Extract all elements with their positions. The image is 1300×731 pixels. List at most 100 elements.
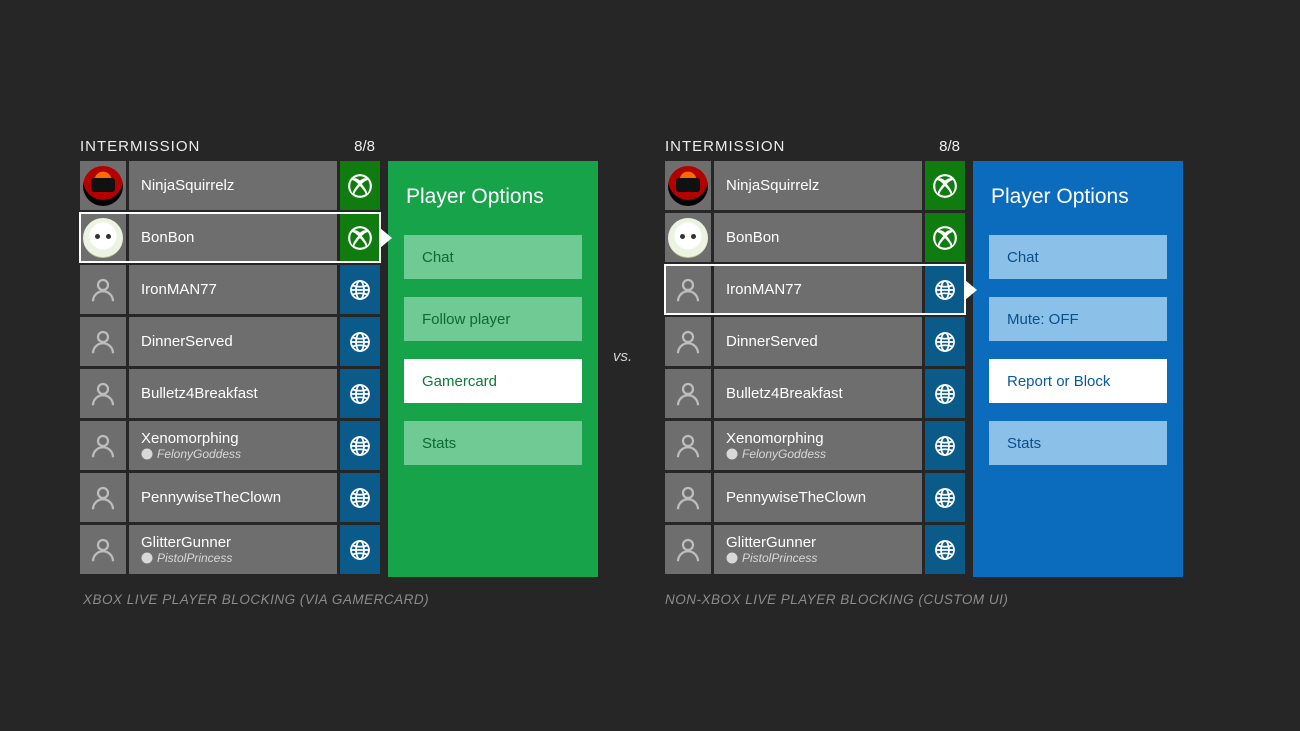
caption-right: NON-XBOX LIVE PLAYER BLOCKING (CUSTOM UI… <box>665 592 1008 607</box>
player-row[interactable]: Bulletz4Breakfast <box>665 369 965 418</box>
globe-network-icon <box>340 265 380 314</box>
caption-left: XBOX LIVE PLAYER BLOCKING (VIA GAMERCARD… <box>83 592 429 607</box>
player-count: 8/8 <box>939 138 960 155</box>
xbox-network-icon <box>925 213 965 262</box>
player-name: IronMAN77 <box>141 281 325 298</box>
player-avatar <box>80 525 126 574</box>
globe-network-icon <box>340 473 380 522</box>
globe-network-icon <box>340 525 380 574</box>
player-list: NinjaSquirrelz BonBon IronMAN77 DinnerServe… <box>665 161 965 577</box>
player-name-cell: GlitterGunnerPistolPrincess <box>714 525 922 574</box>
option-button[interactable]: Stats <box>989 421 1167 465</box>
panel-xbox-live: INTERMISSION 8/8 NinjaSquirrelz BonBon Iro… <box>80 138 600 577</box>
player-avatar <box>665 213 711 262</box>
player-count: 8/8 <box>354 138 375 155</box>
player-row[interactable]: IronMAN77 <box>665 265 965 314</box>
options-title: Player Options <box>406 185 580 209</box>
globe-network-icon <box>340 369 380 418</box>
player-avatar <box>80 317 126 366</box>
player-name: BonBon <box>141 229 325 246</box>
player-name: DinnerServed <box>726 333 910 350</box>
player-row[interactable]: PennywiseTheClown <box>665 473 965 522</box>
player-avatar <box>665 265 711 314</box>
xbox-mini-icon <box>726 448 738 460</box>
player-avatar <box>80 265 126 314</box>
option-button[interactable]: Report or Block <box>989 359 1167 403</box>
header-title: INTERMISSION <box>665 138 785 155</box>
xbox-mini-icon <box>141 552 153 564</box>
options-title: Player Options <box>991 185 1165 209</box>
player-name-cell: Bulletz4Breakfast <box>714 369 922 418</box>
player-row[interactable]: XenomorphingFelonyGoddess <box>665 421 965 470</box>
player-avatar <box>665 473 711 522</box>
xbox-network-icon <box>340 161 380 210</box>
player-name-cell: Bulletz4Breakfast <box>129 369 337 418</box>
player-row[interactable]: DinnerServed <box>80 317 380 366</box>
xbox-network-icon <box>925 161 965 210</box>
player-name-cell: GlitterGunnerPistolPrincess <box>129 525 337 574</box>
player-avatar <box>665 317 711 366</box>
option-button[interactable]: Chat <box>989 235 1167 279</box>
player-name: DinnerServed <box>141 333 325 350</box>
player-name: Bulletz4Breakfast <box>141 385 325 402</box>
globe-network-icon <box>925 421 965 470</box>
player-row[interactable]: BonBon <box>80 213 380 262</box>
player-name: Bulletz4Breakfast <box>726 385 910 402</box>
player-avatar <box>80 161 126 210</box>
avatar-image <box>83 166 123 206</box>
player-row[interactable]: Bulletz4Breakfast <box>80 369 380 418</box>
player-list: NinjaSquirrelz BonBon IronMAN77 DinnerServe… <box>80 161 380 577</box>
xbox-mini-icon <box>141 448 153 460</box>
globe-network-icon <box>925 317 965 366</box>
player-name-cell: IronMAN77 <box>714 265 922 314</box>
option-button[interactable]: Follow player <box>404 297 582 341</box>
globe-network-icon <box>925 265 965 314</box>
player-subname: FelonyGoddess <box>141 447 325 461</box>
globe-network-icon <box>925 473 965 522</box>
player-avatar <box>665 421 711 470</box>
globe-network-icon <box>340 421 380 470</box>
option-button[interactable]: Mute: OFF <box>989 297 1167 341</box>
option-button[interactable]: Gamercard <box>404 359 582 403</box>
globe-network-icon <box>925 369 965 418</box>
player-name-cell: DinnerServed <box>714 317 922 366</box>
player-name: Xenomorphing <box>726 430 910 447</box>
player-name: PennywiseTheClown <box>141 489 325 506</box>
player-row[interactable]: IronMAN77 <box>80 265 380 314</box>
xbox-network-icon <box>340 213 380 262</box>
player-row[interactable]: PennywiseTheClown <box>80 473 380 522</box>
player-name: GlitterGunner <box>726 534 910 551</box>
player-avatar <box>665 369 711 418</box>
player-row[interactable]: GlitterGunnerPistolPrincess <box>80 525 380 574</box>
player-name-cell: XenomorphingFelonyGoddess <box>129 421 337 470</box>
option-button[interactable]: Chat <box>404 235 582 279</box>
player-name-cell: PennywiseTheClown <box>714 473 922 522</box>
player-name: NinjaSquirrelz <box>726 177 910 194</box>
player-subname: PistolPrincess <box>726 551 910 565</box>
player-name-cell: NinjaSquirrelz <box>129 161 337 210</box>
player-name: Xenomorphing <box>141 430 325 447</box>
player-row[interactable]: DinnerServed <box>665 317 965 366</box>
player-row[interactable]: NinjaSquirrelz <box>80 161 380 210</box>
player-subname: FelonyGoddess <box>726 447 910 461</box>
player-name: NinjaSquirrelz <box>141 177 325 194</box>
header-title: INTERMISSION <box>80 138 200 155</box>
player-row[interactable]: BonBon <box>665 213 965 262</box>
panel-custom-ui: INTERMISSION 8/8 NinjaSquirrelz BonBon Iro… <box>665 138 1185 577</box>
player-options-panel: Player Options Chat Follow player Gamercar… <box>388 161 598 577</box>
player-row[interactable]: XenomorphingFelonyGoddess <box>80 421 380 470</box>
globe-network-icon <box>340 317 380 366</box>
player-name-cell: BonBon <box>129 213 337 262</box>
player-avatar <box>80 213 126 262</box>
player-row[interactable]: GlitterGunnerPistolPrincess <box>665 525 965 574</box>
player-name: BonBon <box>726 229 910 246</box>
player-name: IronMAN77 <box>726 281 910 298</box>
player-avatar <box>665 525 711 574</box>
player-name-cell: BonBon <box>714 213 922 262</box>
player-avatar <box>80 421 126 470</box>
option-button[interactable]: Stats <box>404 421 582 465</box>
player-row[interactable]: NinjaSquirrelz <box>665 161 965 210</box>
player-avatar <box>80 473 126 522</box>
panel-header: INTERMISSION 8/8 <box>80 138 600 161</box>
player-name-cell: IronMAN77 <box>129 265 337 314</box>
